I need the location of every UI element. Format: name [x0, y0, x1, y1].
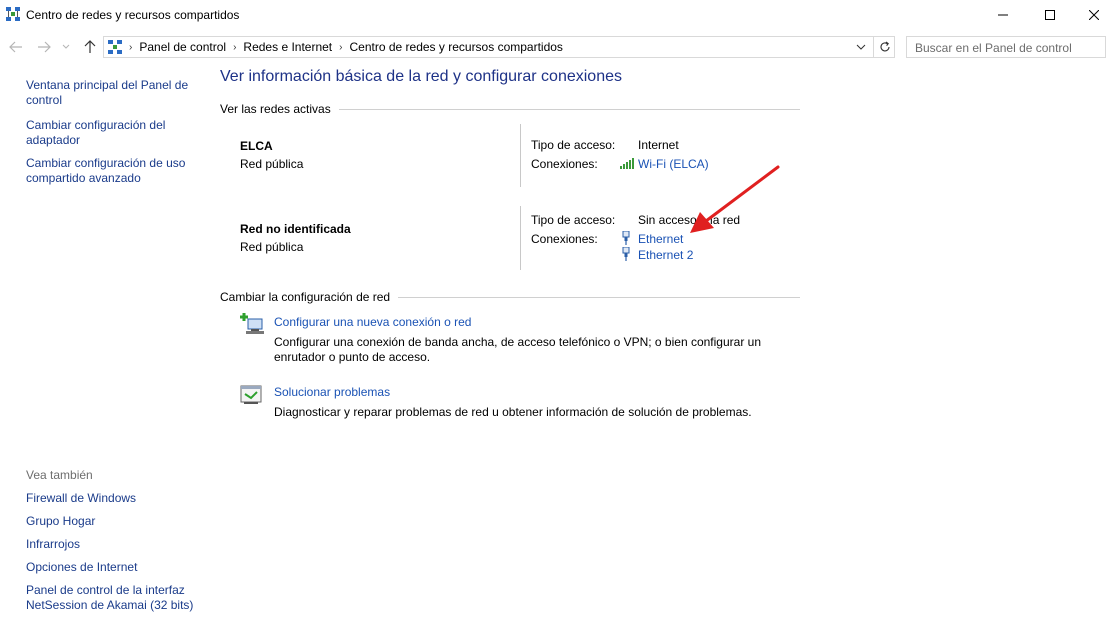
access-type-value: Internet: [638, 138, 679, 152]
change-settings-header: Cambiar la configuración de red: [220, 290, 800, 304]
see-also-homegroup[interactable]: Grupo Hogar: [26, 514, 206, 529]
change-settings-label: Cambiar la configuración de red: [220, 290, 391, 304]
breadcrumb-redes-e-internet[interactable]: Redes e Internet: [239, 40, 336, 54]
active-networks-label: Ver las redes activas: [220, 102, 331, 116]
chevron-down-icon: [62, 44, 70, 49]
connections-label: Conexiones:: [531, 232, 598, 246]
window-title: Centro de redes y recursos compartidos: [26, 8, 240, 22]
page-title: Ver información básica de la red y confi…: [220, 68, 622, 85]
network-center-icon: [6, 7, 20, 21]
navigation-bar: › Panel de control › Redes e Internet › …: [0, 34, 1117, 60]
back-button[interactable]: [7, 38, 25, 56]
see-also-header: Vea también: [26, 468, 93, 482]
network-name: Red no identificada: [240, 222, 351, 236]
active-networks-header: Ver las redes activas: [220, 102, 800, 116]
connection-link-ethernet[interactable]: Ethernet: [638, 232, 683, 246]
title-bar: Centro de redes y recursos compartidos: [0, 0, 1117, 30]
sidebar-link-change-adapter-settings[interactable]: Cambiar configuración del adaptador: [26, 118, 206, 148]
close-icon: [1089, 10, 1099, 20]
setup-new-connection-link[interactable]: Configurar una nueva conexión o red: [274, 315, 471, 329]
recent-locations-button[interactable]: [60, 38, 72, 56]
access-type-label: Tipo de acceso:: [531, 138, 616, 152]
troubleshoot-link[interactable]: Solucionar problemas: [274, 385, 390, 399]
minimize-button[interactable]: [980, 0, 1026, 30]
breadcrumb-centro-de-redes[interactable]: Centro de redes y recursos compartidos: [346, 40, 567, 54]
divider: [520, 124, 521, 187]
search-input[interactable]: Buscar en el Panel de control: [906, 36, 1106, 58]
divider: [398, 296, 800, 298]
chevron-right-icon: ›: [339, 41, 343, 53]
sidebar: Ventana principal del Panel de control C…: [26, 78, 206, 186]
network-category: Red pública: [240, 240, 304, 254]
see-also-section: Vea también Firewall de Windows Grupo Ho…: [26, 468, 206, 621]
new-connection-icon: [240, 313, 264, 335]
search-placeholder: Buscar en el Panel de control: [915, 41, 1072, 55]
close-button[interactable]: [1071, 0, 1117, 30]
troubleshoot-icon: [240, 384, 264, 406]
ethernet-icon: [621, 230, 635, 245]
see-also-akamai-netsession[interactable]: Panel de control de la interfaz NetSessi…: [26, 583, 206, 613]
breadcrumb: › Panel de control › Redes e Internet › …: [126, 40, 567, 54]
chevron-down-icon: [856, 44, 866, 50]
up-button[interactable]: [81, 38, 99, 56]
maximize-button[interactable]: [1027, 0, 1073, 30]
back-arrow-icon: [9, 41, 22, 53]
see-also-internet-options[interactable]: Opciones de Internet: [26, 560, 206, 575]
refresh-icon: [880, 41, 890, 52]
breadcrumb-panel-de-control[interactable]: Panel de control: [135, 40, 230, 54]
divider: [520, 206, 521, 270]
access-type-label: Tipo de acceso:: [531, 213, 616, 227]
chevron-right-icon: ›: [129, 41, 133, 53]
setup-new-connection-description: Configurar una conexión de banda ancha, …: [274, 335, 761, 364]
forward-button[interactable]: [35, 38, 53, 56]
address-bar[interactable]: › Panel de control › Redes e Internet › …: [103, 36, 895, 58]
minimize-icon: [998, 14, 1008, 16]
connection-link-ethernet-2[interactable]: Ethernet 2: [638, 248, 693, 262]
troubleshoot-description: Diagnosticar y reparar problemas de red …: [274, 405, 752, 419]
divider: [338, 108, 800, 110]
refresh-button[interactable]: [873, 36, 895, 58]
connection-link-wifi[interactable]: Wi-Fi (ELCA): [638, 157, 709, 171]
network-name: ELCA: [240, 139, 273, 153]
sidebar-link-control-panel-home[interactable]: Ventana principal del Panel de control: [26, 78, 206, 108]
wifi-signal-icon: [620, 157, 634, 171]
up-arrow-icon: [84, 40, 96, 53]
sidebar-link-advanced-sharing-settings[interactable]: Cambiar configuración de uso compartido …: [26, 156, 206, 186]
access-type-value: Sin acceso a la red: [638, 213, 741, 227]
network-center-icon: [108, 40, 122, 54]
network-category: Red pública: [240, 157, 304, 171]
address-history-dropdown[interactable]: [852, 39, 870, 55]
maximize-icon: [1045, 10, 1055, 20]
chevron-right-icon: ›: [233, 41, 237, 53]
connections-label: Conexiones:: [531, 157, 598, 171]
see-also-firewall[interactable]: Firewall de Windows: [26, 491, 206, 506]
ethernet-icon: [621, 246, 635, 261]
see-also-infrared[interactable]: Infrarrojos: [26, 537, 206, 552]
forward-arrow-icon: [38, 41, 51, 53]
